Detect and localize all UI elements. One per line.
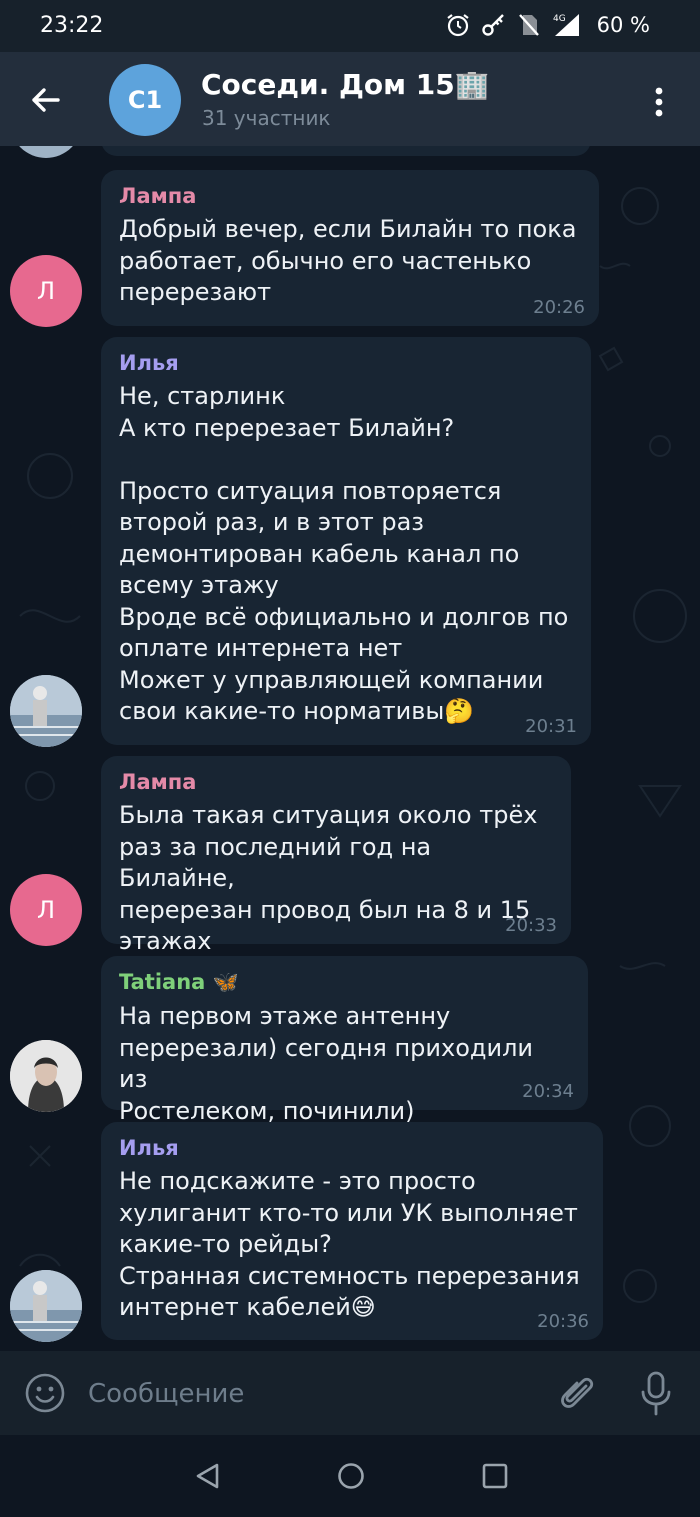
chat-title[interactable]: Соседи. Дом 15🏢 xyxy=(201,68,490,101)
nav-back-icon[interactable] xyxy=(193,1461,223,1491)
message-text: Не, старлинк А кто перерезает Билайн? Пр… xyxy=(119,382,569,725)
status-icons: 4G 60 % xyxy=(445,12,650,38)
message-time: 20:26 xyxy=(533,297,585,318)
message-bubble[interactable]: Илья Не подскажите - это просто хулигани… xyxy=(101,1122,603,1340)
status-bar: 23:22 4G 60 % xyxy=(0,0,700,52)
user-photo-icon xyxy=(10,1040,82,1112)
user-photo-icon xyxy=(10,675,82,747)
message-sender[interactable]: Илья xyxy=(119,351,571,375)
avatar[interactable] xyxy=(10,675,82,747)
message-bubble[interactable]: Илья Не, старлинк А кто перерезает Билай… xyxy=(101,337,591,745)
message-text: Была такая ситуация около трёх раз за по… xyxy=(119,801,538,955)
message-list[interactable]: Лампа Добрый вечер, если Билайн то пока … xyxy=(0,146,700,1351)
message-time: 20:31 xyxy=(525,716,577,737)
message-bubble[interactable]: Лампа Была такая ситуация около трёх раз… xyxy=(101,756,571,955)
nav-recents-icon[interactable] xyxy=(480,1461,510,1491)
message-time: 20:34 xyxy=(522,1081,574,1102)
avatar[interactable]: Л xyxy=(10,874,82,946)
key-icon xyxy=(481,14,504,36)
message-input[interactable] xyxy=(86,1369,540,1419)
message-bubble-partial xyxy=(101,146,591,156)
signal-4g-icon: 4G xyxy=(553,14,579,36)
message-sender[interactable]: Илья xyxy=(119,1136,583,1160)
paperclip-icon[interactable] xyxy=(556,1372,598,1414)
emoji-icon[interactable] xyxy=(24,1372,66,1414)
member-count: 31 участник xyxy=(202,106,331,130)
message-sender[interactable]: Лампа xyxy=(119,770,551,794)
avatar[interactable] xyxy=(10,1040,82,1112)
avatar[interactable] xyxy=(10,1270,82,1342)
message-sender[interactable]: Лампа xyxy=(119,184,579,208)
message-time: 20:33 xyxy=(505,915,557,936)
microphone-icon[interactable] xyxy=(636,1370,676,1416)
system-nav-bar xyxy=(0,1435,700,1517)
message-text: Добрый вечер, если Билайн то пока работа… xyxy=(119,215,577,306)
chat-header: С1 Соседи. Дом 15🏢 31 участник xyxy=(0,52,700,146)
message-text: Не подскажите - это просто хулиганит кто… xyxy=(119,1167,580,1321)
no-sim-icon xyxy=(518,14,539,36)
avatar[interactable]: Л xyxy=(10,255,82,327)
message-time: 20:36 xyxy=(537,1311,589,1332)
battery-level: 60 % xyxy=(596,13,650,37)
back-arrow-icon[interactable] xyxy=(26,80,66,120)
message-text: На первом этаже антенну перерезали) сего… xyxy=(119,1002,533,1125)
group-avatar[interactable]: С1 xyxy=(109,64,181,136)
nav-home-icon[interactable] xyxy=(336,1461,366,1491)
more-vert-icon[interactable] xyxy=(646,82,672,122)
message-bubble[interactable]: Лампа Добрый вечер, если Билайн то пока … xyxy=(101,170,599,326)
svg-text:4G: 4G xyxy=(553,14,566,24)
status-time: 23:22 xyxy=(40,13,104,38)
message-composer xyxy=(0,1351,700,1435)
message-sender[interactable]: Tatiana 🦋 xyxy=(119,970,568,995)
message-bubble[interactable]: Tatiana 🦋 На первом этаже антенну перере… xyxy=(101,956,588,1125)
user-photo-icon xyxy=(10,1270,82,1342)
alarm-icon xyxy=(446,14,469,37)
